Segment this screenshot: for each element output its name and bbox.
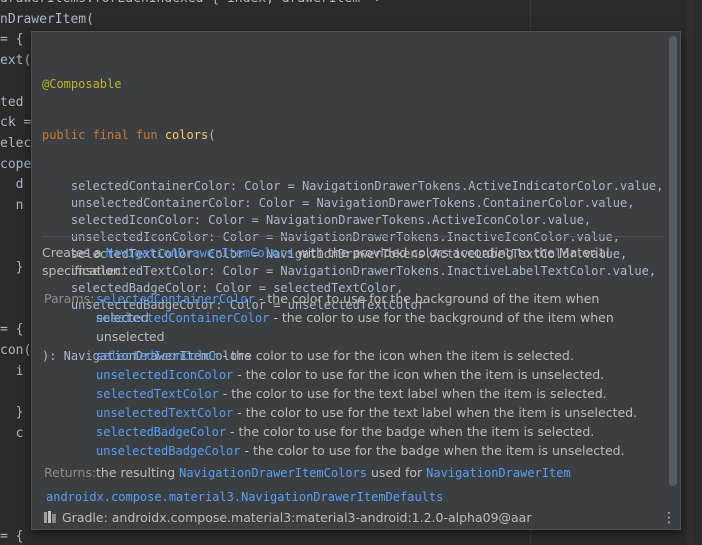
code-line: } <box>0 405 24 420</box>
defaults-class-link[interactable]: androidx.compose.material3.NavigationDra… <box>46 490 443 504</box>
returns-link-item[interactable]: NavigationDrawerItem <box>426 466 571 480</box>
param-name-link[interactable]: selectedContainerColor <box>96 292 255 306</box>
params-label: Params: <box>44 291 95 306</box>
code-line: ext( <box>0 53 32 69</box>
param-item: selectedTextColor - the color to use for… <box>96 385 641 404</box>
param-description-cont: unselected <box>96 328 165 344</box>
annotation: @Composable <box>42 77 122 91</box>
function-name: colors <box>164 128 209 142</box>
code-line: n <box>0 198 24 213</box>
code-line: ck = <box>0 115 32 131</box>
code-line: elec <box>0 135 32 151</box>
editor-scrollbar[interactable] <box>686 0 694 544</box>
description-link[interactable]: NavigationDrawerItemColors <box>106 246 294 260</box>
signature-param: unselectedContainerColor: Color = Naviga… <box>42 196 635 210</box>
code-line: } <box>0 260 24 276</box>
param-name-link[interactable]: unselectedBadgeColor <box>96 444 241 458</box>
code-line: drawerItems.forEachIndexed { index, draw… <box>0 0 384 7</box>
param-name-link[interactable]: selectedBadgeColor <box>96 425 226 439</box>
param-description: - the color to use for the text label wh… <box>233 404 638 420</box>
description: Creates a NavigationDrawerItemColors wit… <box>42 244 662 280</box>
gradle-library-text: Gradle: androidx.compose.material3:mater… <box>62 510 532 525</box>
code-line: = { <box>0 529 24 545</box>
popup-footer: Gradle: androidx.compose.material3:mater… <box>32 507 680 529</box>
returns-text: the resulting NavigationDrawerItemColors… <box>96 464 656 482</box>
returns-label: Returns: <box>44 465 97 480</box>
param-description: - the color to use for the icon when the… <box>233 366 605 382</box>
signature-keywords: public final fun <box>42 128 158 142</box>
param-name-link[interactable]: selectedIconColor <box>96 349 219 363</box>
library-icon <box>44 511 56 523</box>
signature-open-paren: ( <box>208 128 216 142</box>
param-description: - the color to use for the icon when the… <box>218 347 574 363</box>
code-line: i <box>0 363 24 379</box>
param-description: - the color to use for the text label wh… <box>218 385 607 401</box>
description-suffix: with the provided colors according to th… <box>293 245 610 260</box>
param-name-link[interactable]: unselectedContainerColor <box>96 311 269 325</box>
signature-param: selectedIconColor: Color = NavigationDra… <box>42 213 592 227</box>
signature-param: selectedContainerColor: Color = Navigati… <box>42 179 664 193</box>
param-item: unselectedBadgeColor - the color to use … <box>96 442 641 461</box>
param-name-link[interactable]: unselectedIconColor <box>96 368 233 382</box>
param-item: unselectedTextColor - the color to use f… <box>96 404 641 423</box>
code-line: con( <box>0 342 32 358</box>
param-item: unselectedIconColor - the color to use f… <box>96 366 641 385</box>
param-item: selectedIconColor - the color to use for… <box>96 347 641 366</box>
param-item: selectedBadgeColor - the color to use fo… <box>96 423 641 442</box>
code-line: cope <box>0 156 32 172</box>
code-line: d <box>0 177 24 193</box>
defaults-link-row: androidx.compose.material3.NavigationDra… <box>46 488 443 506</box>
param-name-link[interactable]: selectedTextColor <box>96 387 219 401</box>
description-prefix: Creates a <box>42 245 106 260</box>
param-description: - the color to use for the badge when th… <box>226 423 595 439</box>
param-name-link[interactable]: unselectedTextColor <box>96 406 233 420</box>
code-line: = { <box>0 32 24 48</box>
description-line2: specification. <box>42 263 125 278</box>
code-line: c <box>0 425 24 441</box>
returns-link-colors[interactable]: NavigationDrawerItemColors <box>179 466 367 480</box>
code-line: = { <box>0 322 24 338</box>
more-options-icon[interactable]: ⋮ <box>662 509 676 527</box>
section-divider <box>42 236 664 237</box>
param-description: - the color to use for the background of… <box>269 310 614 325</box>
code-line: ted <box>0 94 24 110</box>
signature-header: public final fun colors( <box>42 127 663 144</box>
returns-prefix: the resulting <box>96 465 180 480</box>
param-item: unselectedContainerColor - the color to … <box>96 309 641 346</box>
returns-mid: used for <box>367 465 427 480</box>
quick-documentation-popup[interactable]: @Composable public final fun colors( sel… <box>31 31 681 530</box>
param-description: - the color to use for the badge when th… <box>240 442 625 458</box>
popup-scrollbar[interactable] <box>669 36 677 486</box>
code-line: nDrawerItem( <box>0 11 94 27</box>
